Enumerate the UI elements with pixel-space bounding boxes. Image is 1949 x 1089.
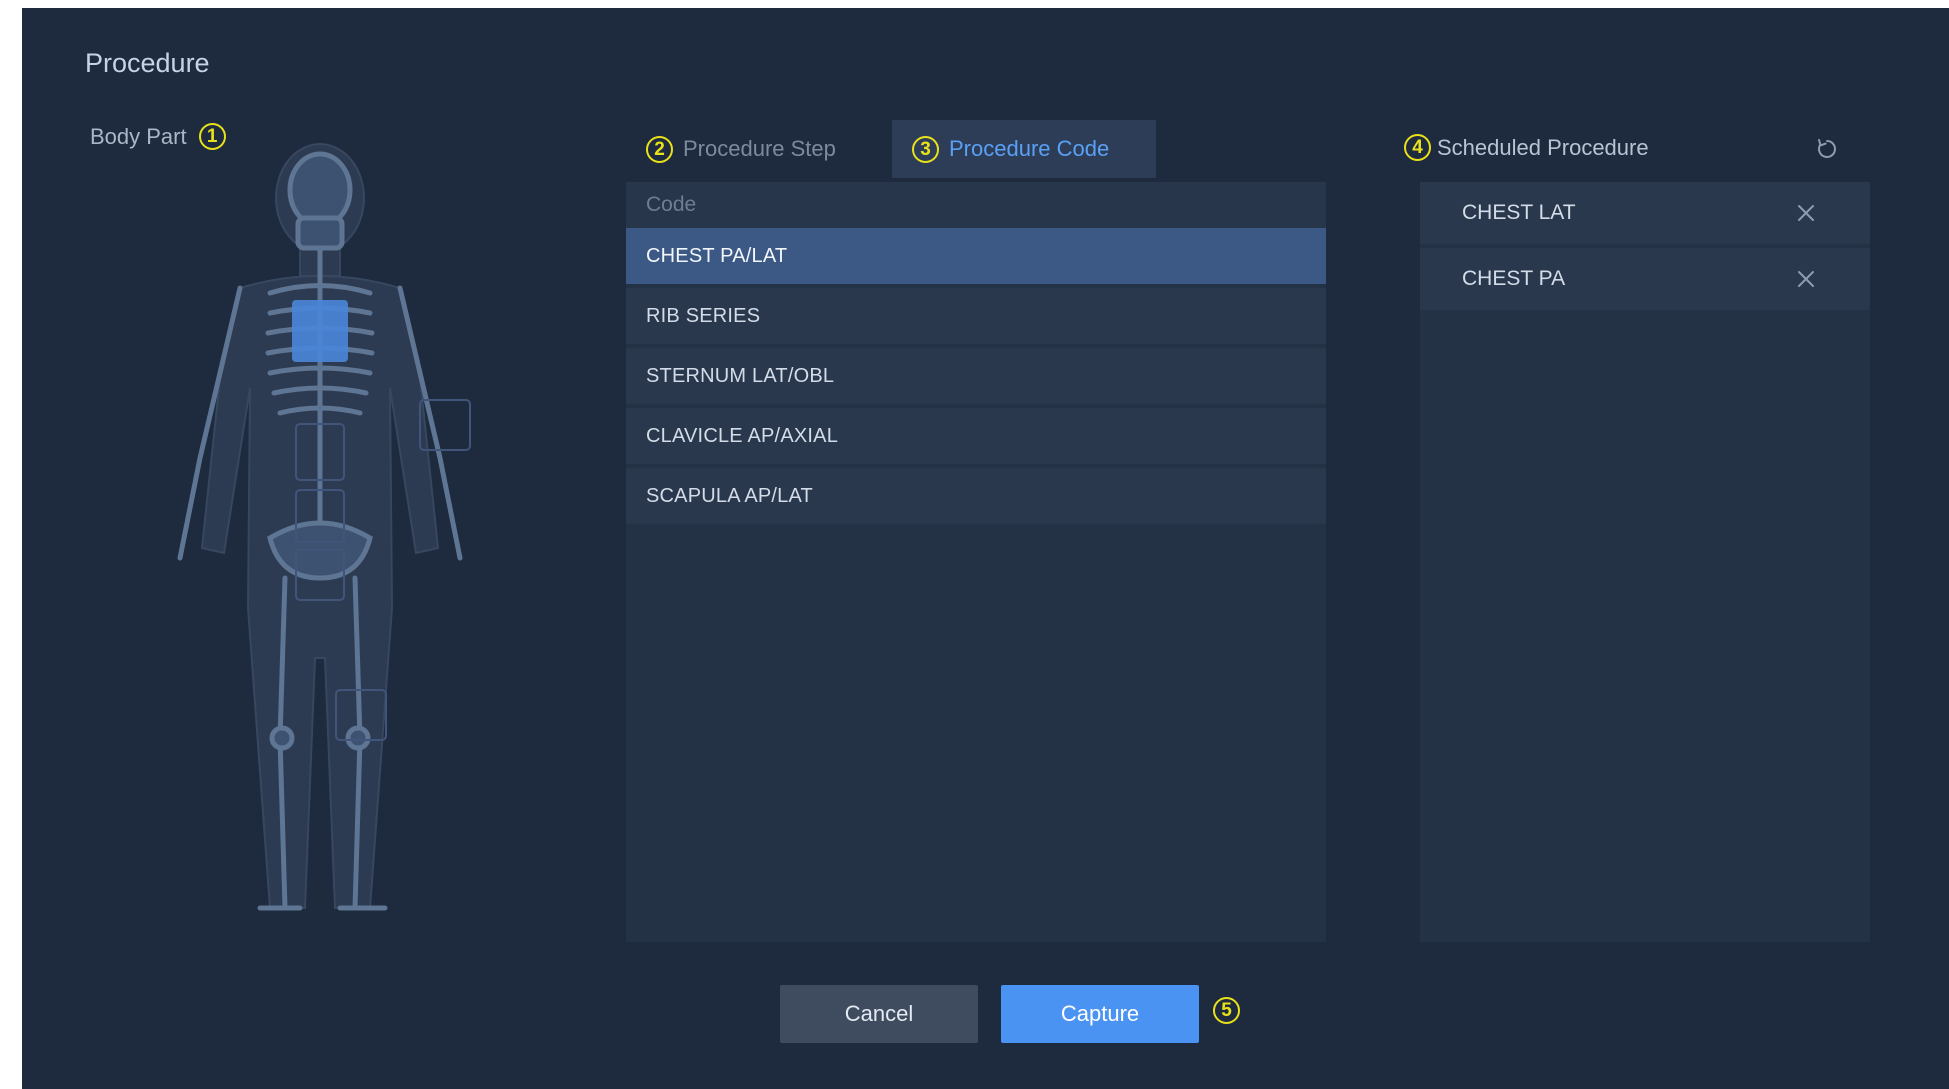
scheduled-procedure-list: CHEST LAT CHEST PA <box>1420 182 1870 942</box>
capture-button[interactable]: Capture <box>1001 985 1199 1043</box>
tab-procedure-code-label: Procedure Code <box>949 136 1110 161</box>
code-column-header: Code <box>626 182 1326 228</box>
tab-procedure-step-label: Procedure Step <box>683 136 836 161</box>
code-row-scapula-ap-lat[interactable]: SCAPULA AP/LAT <box>626 468 1326 524</box>
tab-procedure-step[interactable]: 2 Procedure Step <box>628 120 892 178</box>
scheduled-item-chest-pa[interactable]: CHEST PA <box>1420 248 1870 310</box>
cancel-button[interactable]: Cancel <box>780 985 978 1043</box>
scheduled-item-label: CHEST PA <box>1462 267 1566 290</box>
procedure-tabs: 2 Procedure Step 3 Procedure Code <box>628 120 1156 178</box>
code-row-rib-series[interactable]: RIB SERIES <box>626 288 1326 344</box>
close-icon[interactable] <box>1796 269 1816 289</box>
callout-3: 3 <box>912 135 939 163</box>
scheduled-procedure-heading: 4 Scheduled Procedure <box>1404 134 1649 161</box>
code-row-chest-pa-lat[interactable]: CHEST PA/LAT <box>626 228 1326 284</box>
callout-2: 2 <box>646 135 673 163</box>
procedure-code-list: Code CHEST PA/LAT RIB SERIES STERNUM LAT… <box>626 182 1326 942</box>
scheduled-item-label: CHEST LAT <box>1462 201 1576 224</box>
body-part-selector[interactable] <box>120 138 520 948</box>
tab-procedure-code[interactable]: 3 Procedure Code <box>892 120 1156 178</box>
code-row-sternum-lat-obl[interactable]: STERNUM LAT/OBL <box>626 348 1326 404</box>
scheduled-item-chest-lat[interactable]: CHEST LAT <box>1420 182 1870 244</box>
callout-5: 5 <box>1213 997 1240 1024</box>
close-icon[interactable] <box>1796 203 1816 223</box>
dialog-title: Procedure <box>85 48 210 78</box>
region-chest-selected[interactable] <box>292 300 348 362</box>
code-row-clavicle-ap-axial[interactable]: CLAVICLE AP/AXIAL <box>626 408 1326 464</box>
scheduled-procedure-label: Scheduled Procedure <box>1437 134 1649 160</box>
refresh-icon[interactable] <box>1815 137 1839 161</box>
callout-4: 4 <box>1404 134 1431 161</box>
